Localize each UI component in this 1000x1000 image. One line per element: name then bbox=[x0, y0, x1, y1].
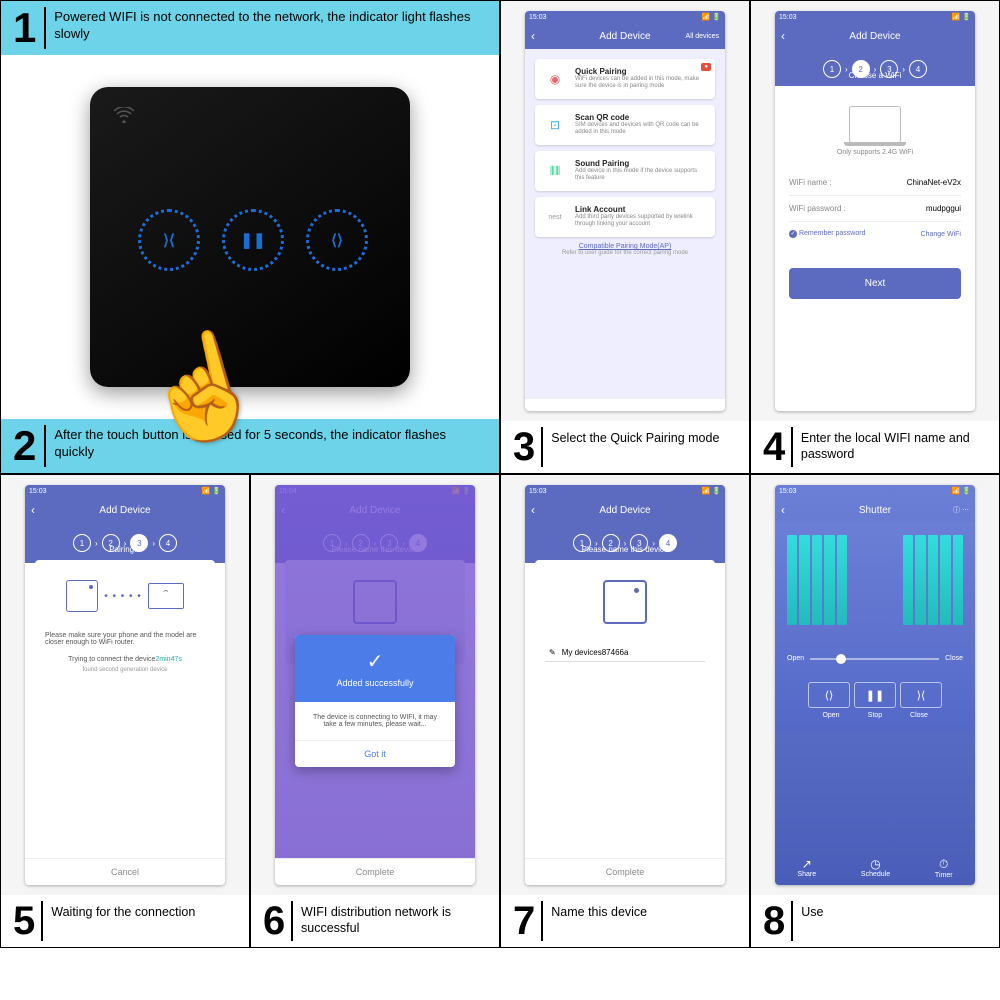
step3-text: Select the Quick Pairing mode bbox=[551, 427, 719, 446]
pause-touch-button[interactable]: ❚❚ bbox=[222, 209, 278, 265]
nest-icon: nest bbox=[543, 205, 567, 229]
info-icon[interactable]: ⓘ ⋯ bbox=[953, 505, 969, 515]
device-name-input[interactable]: ✎ My devices87466a bbox=[545, 644, 705, 662]
router-icon bbox=[849, 106, 901, 143]
phone-screenshot-name: 15:03📶 🔋 ‹Add Device 1› 2› 3› 4 Please n… bbox=[525, 485, 725, 885]
appbar-title: Add Device bbox=[599, 31, 650, 42]
step-number-5: 5 bbox=[13, 901, 35, 941]
wifi-name-field[interactable]: WiFi name : ChinaNet-eV2x bbox=[789, 170, 961, 196]
card-quick-pairing[interactable]: ● ◉ Quick PairingWiFi devices can be add… bbox=[535, 59, 715, 99]
back-icon[interactable]: ‹ bbox=[31, 503, 35, 517]
trying-connect-text: Trying to connect the device2min47s bbox=[45, 656, 205, 663]
step6-text: WIFI distribution network is successful bbox=[301, 901, 487, 937]
card-scan-qr[interactable]: ⊡ Scan QR codeSIM devices and devices wi… bbox=[535, 105, 715, 145]
router-icon: ⌢ bbox=[148, 583, 184, 609]
wifi-support-note: Only supports 2.4G WiFi bbox=[789, 149, 961, 156]
card-link-account[interactable]: nest Link AccountAdd third party devices… bbox=[535, 197, 715, 237]
share-button[interactable]: ↗Share bbox=[797, 857, 816, 879]
phone-screenshot-pairing: 15:03📶 🔋 ‹Add Device 1› 2› 3› 4 Pairing.… bbox=[25, 485, 225, 885]
step7-text: Name this device bbox=[551, 901, 647, 920]
phone-screenshot-success: 15:04📶 🔋 ‹Add Device 1› 2› 3› 4 Please n… bbox=[275, 485, 475, 885]
back-icon[interactable]: ‹ bbox=[781, 29, 785, 43]
sound-icon: ⦀⦀ bbox=[543, 159, 567, 183]
step-number-3: 3 bbox=[513, 427, 535, 467]
device-icon bbox=[66, 580, 98, 612]
connecting-dots-icon: • • • • • bbox=[104, 591, 142, 602]
pairing-note: Please make sure your phone and the mode… bbox=[45, 632, 205, 646]
step-number-1: 1 bbox=[13, 7, 36, 49]
phone-screenshot-shutter: 15:03📶 🔋 ‹ Shutter ⓘ ⋯ Open Close bbox=[775, 485, 975, 885]
complete-button[interactable]: Complete bbox=[275, 858, 475, 885]
back-icon[interactable]: ‹ bbox=[781, 503, 785, 517]
qr-icon: ⊡ bbox=[543, 113, 567, 137]
back-icon[interactable]: ‹ bbox=[531, 503, 535, 517]
step1-text: Powered WIFI is not connected to the net… bbox=[54, 7, 487, 43]
timer-button[interactable]: ⏱Timer bbox=[935, 857, 953, 879]
phone-screenshot-pairing-modes: 15:03📶 🔋 ‹ Add Device All devices ● ◉ Qu… bbox=[525, 11, 725, 411]
step-number-4: 4 bbox=[763, 427, 785, 467]
next-button[interactable]: Next bbox=[789, 268, 961, 299]
found-device-text: found second generation device bbox=[45, 667, 205, 673]
choose-wifi-label: Choose a WiFi bbox=[775, 71, 975, 86]
open-touch-button[interactable]: ⟨⟩ bbox=[306, 209, 362, 265]
recommended-badge: ● bbox=[701, 63, 711, 71]
step-number-2: 2 bbox=[13, 425, 36, 467]
step5-text: Waiting for the connection bbox=[51, 901, 195, 920]
device-icon bbox=[603, 580, 647, 624]
clock-icon: ◷ bbox=[861, 857, 890, 871]
change-wifi-link[interactable]: Change WiFi bbox=[921, 231, 961, 238]
wifi-switch-device: ⟩⟨ ❚❚ ⟨⟩ ☝ bbox=[90, 87, 410, 387]
complete-button[interactable]: Complete bbox=[525, 858, 725, 885]
name-device-label: Please name this device bbox=[525, 545, 725, 560]
dialog-body-text: The device is connecting to WIFI, it may… bbox=[295, 702, 455, 740]
success-dialog: ✓ Added successfully The device is conne… bbox=[295, 635, 455, 767]
pairing-label: Pairing... bbox=[25, 545, 225, 560]
stop-button[interactable]: ❚❚ bbox=[854, 682, 896, 708]
remember-checkbox[interactable]: ✓ Remember password bbox=[789, 230, 865, 238]
checkmark-icon: ✓ bbox=[309, 649, 441, 674]
got-it-button[interactable]: Got it bbox=[295, 740, 455, 767]
step4-text: Enter the local WIFI name and password bbox=[801, 427, 987, 463]
compatible-mode-link[interactable]: Compatible Pairing Mode(AP) bbox=[535, 243, 715, 250]
dialog-title: Added successfully bbox=[309, 678, 441, 688]
schedule-button[interactable]: ◷Schedule bbox=[861, 857, 890, 879]
close-touch-button[interactable]: ⟩⟨ bbox=[138, 209, 194, 265]
close-button[interactable]: ⟩⟨ bbox=[900, 682, 942, 708]
cancel-button[interactable]: Cancel bbox=[25, 858, 225, 885]
step-number-8: 8 bbox=[763, 901, 785, 941]
camera-icon: ◉ bbox=[543, 67, 567, 91]
share-icon: ↗ bbox=[797, 857, 816, 871]
pencil-icon: ✎ bbox=[549, 648, 556, 657]
curtain-illustration bbox=[787, 535, 963, 635]
refer-note: Refer to user guide for the correct pair… bbox=[535, 250, 715, 256]
wifi-password-field[interactable]: WiFi password : mudpggui bbox=[789, 196, 961, 222]
step1-banner: 1 Powered WIFI is not connected to the n… bbox=[1, 1, 499, 55]
step8-text: Use bbox=[801, 901, 823, 920]
step-number-7: 7 bbox=[513, 901, 535, 941]
close-label: Close bbox=[945, 655, 963, 662]
phone-screenshot-wifi: 15:03📶 🔋 ‹Add Device 1› 2› 3› 4 Choose a… bbox=[775, 11, 975, 411]
open-button[interactable]: ⟨⟩ bbox=[808, 682, 850, 708]
position-slider[interactable] bbox=[810, 658, 939, 660]
card-sound-pairing[interactable]: ⦀⦀ Sound PairingAdd device in this mode … bbox=[535, 151, 715, 191]
step-number-6: 6 bbox=[263, 901, 285, 941]
shutter-title: Shutter bbox=[859, 505, 891, 516]
back-icon[interactable]: ‹ bbox=[531, 29, 535, 43]
all-devices-link[interactable]: All devices bbox=[686, 33, 719, 40]
timer-icon: ⏱ bbox=[935, 857, 953, 872]
wifi-icon bbox=[114, 107, 134, 128]
open-label: Open bbox=[787, 655, 804, 662]
